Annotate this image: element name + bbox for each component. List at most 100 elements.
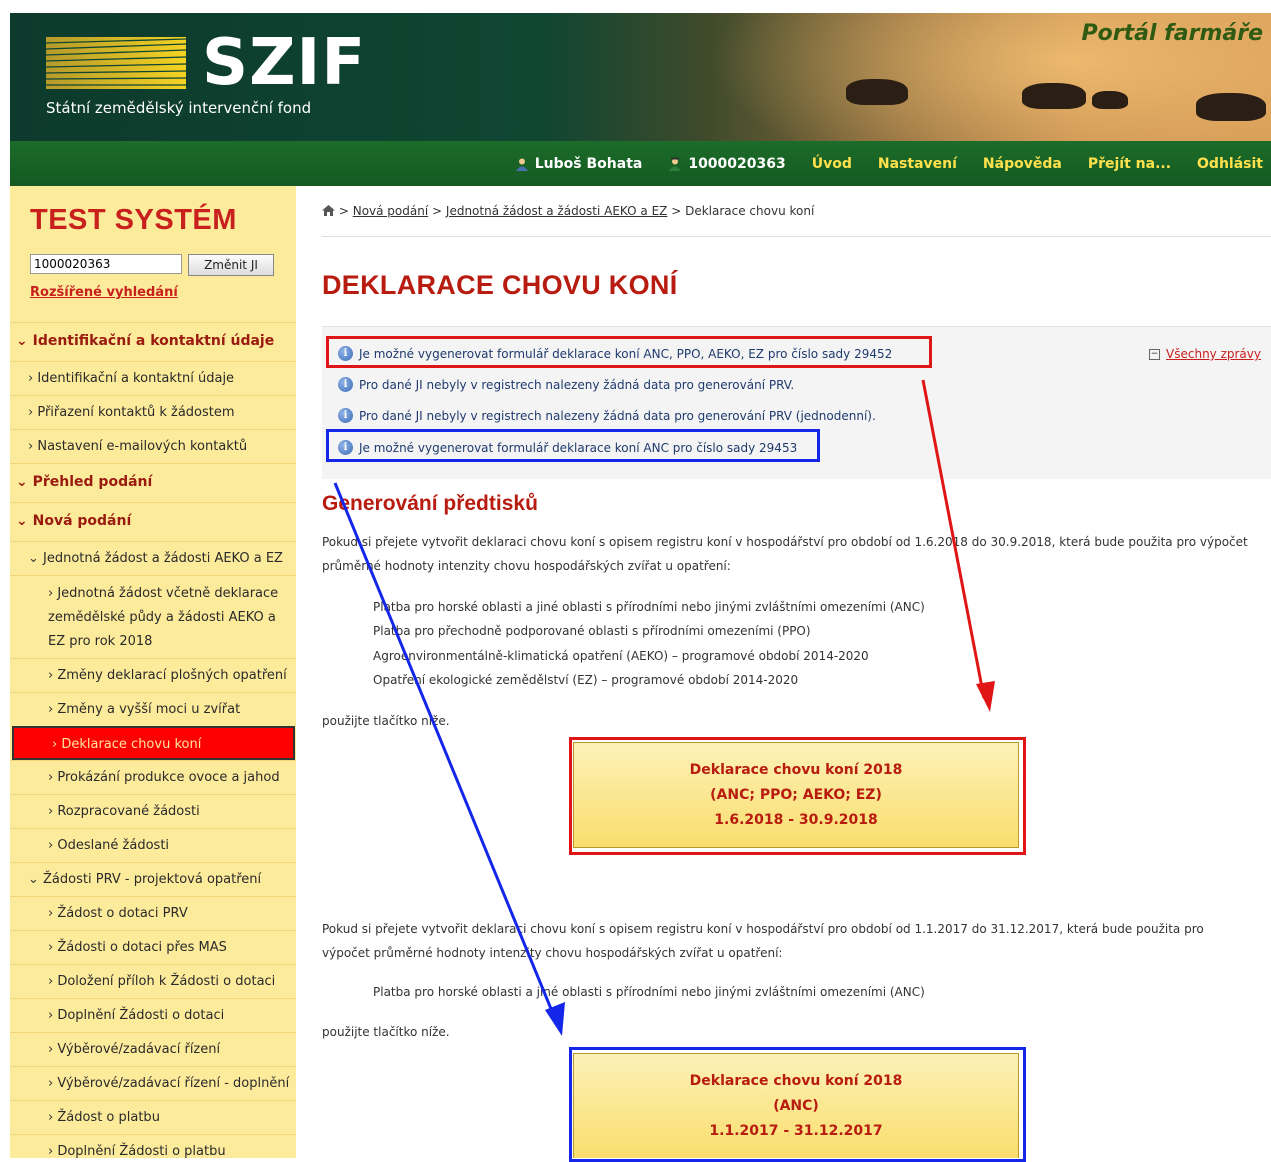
measure-item: Agroenvironmentálně-klimatická opatření … bbox=[373, 649, 869, 663]
sidebar-menu-item[interactable]: › Identifikační a kontaktní údaje bbox=[10, 361, 296, 395]
sidebar-menu-item[interactable]: › Výběrové/zadávací řízení bbox=[10, 1032, 296, 1066]
nav-odhlasit[interactable]: Odhlásit bbox=[1197, 156, 1263, 172]
sidebar-menu-item[interactable]: › Doložení příloh k Žádosti o dotaci bbox=[10, 964, 296, 998]
szif-logo-stripes-icon bbox=[46, 37, 186, 89]
sidebar-menu-item[interactable]: › Doplnění Žádosti o platbu bbox=[10, 1134, 296, 1158]
sidebar-menu-item[interactable]: ⌄ Žádosti PRV - projektová opatření bbox=[10, 862, 296, 896]
sidebar-menu-label: Přehled podání bbox=[32, 474, 153, 490]
message-item[interactable]: i Je možné vygenerovat formulář deklarac… bbox=[338, 346, 892, 361]
breadcrumb-divider bbox=[322, 236, 1271, 237]
test-system-label: TEST SYSTÉM bbox=[30, 204, 237, 236]
sidebar: TEST SYSTÉM Změnit JI Rozšířené vyhledán… bbox=[10, 186, 296, 1158]
user-menu[interactable]: Luboš Bohata bbox=[515, 155, 643, 172]
breadcrumb: > Nová podání > Jednotná žádost a žádost… bbox=[322, 204, 814, 218]
sidebar-menu-item[interactable]: ⌄ Přehled podání bbox=[10, 463, 296, 502]
sidebar-menu-label: Doložení příloh k Žádosti o dotaci bbox=[57, 974, 276, 989]
cow-silhouette bbox=[1022, 83, 1086, 109]
measure-item: Opatření ekologické zemědělství (EZ) – p… bbox=[373, 673, 799, 687]
sidebar-menu-label: Změny deklarací plošných opatření bbox=[57, 668, 287, 683]
site-header: SZIF Státní zemědělský intervenční fond … bbox=[10, 13, 1271, 141]
chevron-right-icon: › bbox=[48, 668, 58, 683]
sidebar-menu-label: Změny a vyšší moci u zvířat bbox=[57, 702, 241, 717]
sidebar-menu-label: Doplnění Žádosti o platbu bbox=[57, 1144, 226, 1158]
home-icon[interactable] bbox=[322, 205, 335, 216]
sidebar-menu-label: Rozpracované žádosti bbox=[57, 804, 200, 819]
sidebar-menu-item[interactable]: ⌄ Identifikační a kontaktní údaje bbox=[10, 322, 296, 361]
generate-2018-button[interactable]: Deklarace chovu koní 2018 (ANC; PPO; AEK… bbox=[573, 742, 1019, 848]
ji-menu[interactable]: 1000020363 bbox=[668, 156, 786, 172]
sidebar-menu-label: Nová podání bbox=[32, 513, 132, 529]
chevron-right-icon: › bbox=[48, 940, 58, 955]
collapse-icon: − bbox=[1149, 348, 1161, 360]
button-line: Deklarace chovu koní 2018 bbox=[689, 761, 903, 778]
all-messages-link[interactable]: Všechny zprávy bbox=[1166, 347, 1261, 361]
chevron-right-icon: › bbox=[28, 371, 38, 386]
message-text: Je možné vygenerovat formulář deklarace … bbox=[359, 440, 798, 455]
chevron-right-icon: › bbox=[48, 1110, 58, 1125]
sidebar-menu-item[interactable]: › Změny deklarací plošných opatření bbox=[10, 658, 296, 692]
sidebar-menu-label: Identifikační a kontaktní údaje bbox=[37, 371, 235, 386]
nav-prejit-na[interactable]: Přejít na... bbox=[1088, 156, 1171, 172]
sidebar-menu-item[interactable]: › Nastavení e-mailových kontaktů bbox=[10, 429, 296, 463]
ji-search-input[interactable] bbox=[30, 254, 182, 274]
chevron-right-icon: › bbox=[48, 586, 58, 601]
sidebar-menu-item[interactable]: › Přiřazení kontaktů k žádostem bbox=[10, 395, 296, 429]
sidebar-menu-item[interactable]: › Prokázání produkce ovoce a jahod bbox=[10, 760, 296, 794]
message-item[interactable]: i Je možné vygenerovat formulář deklarac… bbox=[338, 440, 797, 455]
breadcrumb-jednotna-zadost[interactable]: Jednotná žádost a žádosti AEKO a EZ bbox=[446, 204, 667, 218]
sidebar-menu-label: Identifikační a kontaktní údaje bbox=[32, 333, 275, 349]
sidebar-menu-item[interactable]: › Doplnění Žádosti o dotaci bbox=[10, 998, 296, 1032]
use-button-text: použijte tlačítko níže. bbox=[322, 714, 450, 728]
cow-silhouette bbox=[1196, 93, 1266, 121]
message-item[interactable]: i Pro dané JI nebyly v registrech naleze… bbox=[338, 377, 794, 392]
sidebar-menu-item[interactable]: ⌄ Jednotná žádost a žádosti AEKO a EZ bbox=[10, 541, 296, 575]
messages-panel: i Je možné vygenerovat formulář deklarac… bbox=[322, 326, 1271, 479]
cow-silhouette bbox=[846, 79, 908, 105]
button-line: (ANC; PPO; AEKO; EZ) bbox=[710, 786, 882, 803]
message-text: Pro dané JI nebyly v registrech nalezeny… bbox=[359, 408, 876, 423]
chevron-right-icon: › bbox=[48, 770, 58, 785]
breadcrumb-current: Deklarace chovu koní bbox=[685, 204, 815, 218]
nav-nastaveni[interactable]: Nastavení bbox=[878, 156, 957, 172]
button-line: (ANC) bbox=[773, 1097, 819, 1114]
button-line: 1.1.2017 - 31.12.2017 bbox=[709, 1122, 883, 1139]
sidebar-menu-item[interactable]: › Deklarace chovu koní bbox=[12, 726, 295, 760]
chevron-right-icon: › bbox=[48, 1042, 58, 1057]
logo-subtitle: Státní zemědělský intervenční fond bbox=[46, 99, 312, 117]
user-name: Luboš Bohata bbox=[534, 155, 643, 172]
sidebar-menu-label: Žádost o platbu bbox=[57, 1110, 160, 1125]
sidebar-menu-label: Jednotná žádost a žádosti AEKO a EZ bbox=[43, 551, 283, 566]
nav-napoveda[interactable]: Nápověda bbox=[983, 156, 1062, 172]
info-icon: i bbox=[338, 377, 353, 392]
use-button-text: použijte tlačítko níže. bbox=[322, 1025, 450, 1039]
paragraph-2018: Pokud si přejete vytvořit deklaraci chov… bbox=[322, 535, 1248, 573]
breadcrumb-nova-podani[interactable]: Nová podání bbox=[353, 204, 428, 218]
sidebar-menu-item[interactable]: › Žádost o platbu bbox=[10, 1100, 296, 1134]
change-ji-button[interactable]: Změnit JI bbox=[188, 254, 274, 276]
sidebar-menu-item[interactable]: › Výběrové/zadávací řízení - doplnění bbox=[10, 1066, 296, 1100]
sidebar-menu-item[interactable]: ⌄ Nová podání bbox=[10, 502, 296, 541]
sidebar-menu-item[interactable]: › Odeslané žádosti bbox=[10, 828, 296, 862]
page-title: DEKLARACE CHOVU KONÍ bbox=[322, 270, 678, 300]
measure-item: Platba pro přechodně podporované oblasti… bbox=[373, 624, 811, 638]
sidebar-menu: ⌄ Identifikační a kontaktní údaje › Ident… bbox=[10, 322, 296, 1158]
info-icon: i bbox=[338, 408, 353, 423]
nav-uvod[interactable]: Úvod bbox=[812, 156, 852, 172]
chevron-right-icon: › bbox=[48, 1144, 58, 1158]
generate-2017-button[interactable]: Deklarace chovu koní 2018 (ANC) 1.1.2017… bbox=[573, 1053, 1019, 1158]
sidebar-menu-item[interactable]: › Jednotná žádost včetně deklarace zeměd… bbox=[10, 575, 296, 658]
sidebar-menu-item[interactable]: › Rozpracované žádosti bbox=[10, 794, 296, 828]
sidebar-menu-label: Žádost o dotaci PRV bbox=[57, 906, 188, 921]
sidebar-menu-label: Přiřazení kontaktů k žádostem bbox=[37, 405, 235, 420]
chevron-down-icon: ⌄ bbox=[16, 474, 33, 490]
chevron-right-icon: › bbox=[48, 1008, 58, 1023]
sidebar-menu-item[interactable]: › Žádost o dotaci PRV bbox=[10, 896, 296, 930]
chevron-right-icon: › bbox=[48, 1076, 58, 1091]
cow-silhouette bbox=[1092, 91, 1128, 109]
sidebar-menu-item[interactable]: › Žádosti o dotaci přes MAS bbox=[10, 930, 296, 964]
all-messages-toggle[interactable]: − Všechny zprávy bbox=[1149, 347, 1261, 361]
advanced-search-link[interactable]: Rozšířené vyhledání bbox=[30, 285, 178, 300]
message-item[interactable]: i Pro dané JI nebyly v registrech naleze… bbox=[338, 408, 876, 423]
sidebar-menu-item[interactable]: › Změny a vyšší moci u zvířat bbox=[10, 692, 296, 726]
sidebar-menu-label: Doplnění Žádosti o dotaci bbox=[57, 1008, 225, 1023]
